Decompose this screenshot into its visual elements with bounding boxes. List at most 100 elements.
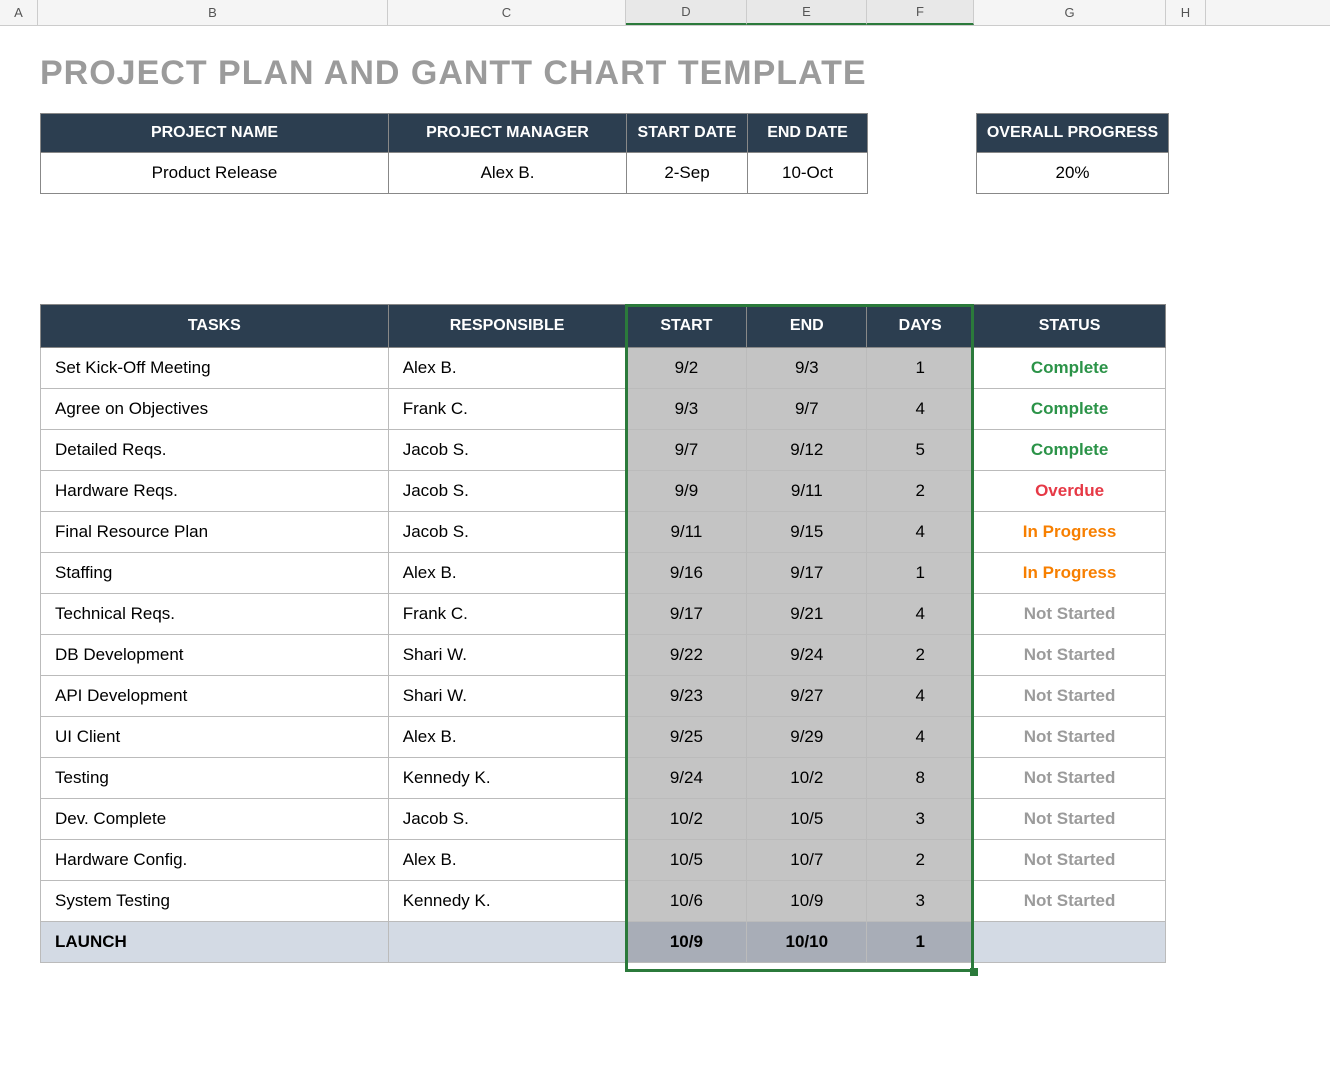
cell-days[interactable]: 4: [867, 594, 974, 635]
cell-responsible[interactable]: Frank C.: [388, 594, 626, 635]
cell-start[interactable]: 9/3: [626, 389, 747, 430]
cell-task[interactable]: Technical Reqs.: [41, 594, 389, 635]
cell-project-name[interactable]: Product Release: [41, 153, 389, 194]
cell-responsible[interactable]: [388, 922, 626, 963]
cell-task[interactable]: DB Development: [41, 635, 389, 676]
header-end-date[interactable]: END DATE: [748, 114, 868, 153]
cell-end-date[interactable]: 10-Oct: [748, 153, 868, 194]
cell-start[interactable]: 9/25: [626, 717, 747, 758]
cell-days[interactable]: 4: [867, 389, 974, 430]
cell-task[interactable]: Staffing: [41, 553, 389, 594]
cell-end[interactable]: 10/9: [747, 881, 867, 922]
cell-end[interactable]: 10/7: [747, 840, 867, 881]
cell-responsible[interactable]: Alex B.: [388, 840, 626, 881]
column-header-e[interactable]: E: [747, 0, 867, 25]
cell-task[interactable]: Final Resource Plan: [41, 512, 389, 553]
cell-responsible[interactable]: Jacob S.: [388, 471, 626, 512]
cell-status[interactable]: Not Started: [974, 717, 1166, 758]
column-header-f[interactable]: F: [867, 0, 974, 25]
column-header-d[interactable]: D: [626, 0, 747, 25]
cell-responsible[interactable]: Shari W.: [388, 676, 626, 717]
cell-responsible[interactable]: Kennedy K.: [388, 758, 626, 799]
header-days[interactable]: DAYS: [867, 305, 974, 348]
cell-status[interactable]: Not Started: [974, 676, 1166, 717]
cell-end[interactable]: 10/2: [747, 758, 867, 799]
cell-task[interactable]: Testing: [41, 758, 389, 799]
cell-task[interactable]: System Testing: [41, 881, 389, 922]
cell-status[interactable]: Not Started: [974, 635, 1166, 676]
cell-days[interactable]: 4: [867, 676, 974, 717]
cell-status[interactable]: Not Started: [974, 881, 1166, 922]
cell-start[interactable]: 9/2: [626, 348, 747, 389]
cell-status[interactable]: Complete: [974, 348, 1166, 389]
cell-start[interactable]: 10/6: [626, 881, 747, 922]
cell-status[interactable]: Not Started: [974, 840, 1166, 881]
cell-start[interactable]: 10/2: [626, 799, 747, 840]
cell-days[interactable]: 2: [867, 840, 974, 881]
cell-status[interactable]: Not Started: [974, 799, 1166, 840]
cell-start[interactable]: 9/22: [626, 635, 747, 676]
selection-handle[interactable]: [970, 968, 978, 976]
cell-status[interactable]: In Progress: [974, 512, 1166, 553]
cell-responsible[interactable]: Alex B.: [388, 553, 626, 594]
cell-task[interactable]: Detailed Reqs.: [41, 430, 389, 471]
header-end[interactable]: END: [747, 305, 867, 348]
cell-status[interactable]: In Progress: [974, 553, 1166, 594]
cell-responsible[interactable]: Alex B.: [388, 717, 626, 758]
cell-days[interactable]: 4: [867, 717, 974, 758]
cell-days[interactable]: 1: [867, 348, 974, 389]
cell-task[interactable]: Hardware Config.: [41, 840, 389, 881]
cell-days[interactable]: 3: [867, 881, 974, 922]
cell-responsible[interactable]: Kennedy K.: [388, 881, 626, 922]
header-overall-progress[interactable]: OVERALL PROGRESS: [977, 114, 1169, 153]
cell-status[interactable]: Not Started: [974, 594, 1166, 635]
cell-days[interactable]: 1: [867, 553, 974, 594]
cell-task[interactable]: Dev. Complete: [41, 799, 389, 840]
cell-end[interactable]: 9/17: [747, 553, 867, 594]
cell-days[interactable]: 1: [867, 922, 974, 963]
cell-task[interactable]: API Development: [41, 676, 389, 717]
header-project-manager[interactable]: PROJECT MANAGER: [389, 114, 627, 153]
cell-task[interactable]: Set Kick-Off Meeting: [41, 348, 389, 389]
cell-end[interactable]: 10/5: [747, 799, 867, 840]
cell-start[interactable]: 9/16: [626, 553, 747, 594]
cell-start[interactable]: 9/7: [626, 430, 747, 471]
cell-end[interactable]: 9/24: [747, 635, 867, 676]
cell-days[interactable]: 3: [867, 799, 974, 840]
cell-responsible[interactable]: Jacob S.: [388, 799, 626, 840]
cell-start[interactable]: 9/9: [626, 471, 747, 512]
cell-days[interactable]: 2: [867, 471, 974, 512]
cell-end[interactable]: 9/15: [747, 512, 867, 553]
cell-end[interactable]: 9/3: [747, 348, 867, 389]
header-start[interactable]: START: [626, 305, 747, 348]
cell-task[interactable]: UI Client: [41, 717, 389, 758]
cell-project-manager[interactable]: Alex B.: [389, 153, 627, 194]
cell-responsible[interactable]: Jacob S.: [388, 512, 626, 553]
cell-start[interactable]: 10/9: [626, 922, 747, 963]
cell-start[interactable]: 10/5: [626, 840, 747, 881]
cell-task[interactable]: LAUNCH: [41, 922, 389, 963]
column-header-b[interactable]: B: [38, 0, 388, 25]
column-header-c[interactable]: C: [388, 0, 626, 25]
cell-end[interactable]: 9/29: [747, 717, 867, 758]
cell-status[interactable]: Complete: [974, 430, 1166, 471]
cell-days[interactable]: 8: [867, 758, 974, 799]
cell-start[interactable]: 9/17: [626, 594, 747, 635]
cell-days[interactable]: 2: [867, 635, 974, 676]
cell-responsible[interactable]: Frank C.: [388, 389, 626, 430]
cell-start[interactable]: 9/23: [626, 676, 747, 717]
cell-task[interactable]: Agree on Objectives: [41, 389, 389, 430]
cell-overall-progress[interactable]: 20%: [977, 153, 1169, 194]
cell-status[interactable]: Complete: [974, 389, 1166, 430]
cell-end[interactable]: 10/10: [747, 922, 867, 963]
header-tasks[interactable]: TASKS: [41, 305, 389, 348]
cell-end[interactable]: 9/12: [747, 430, 867, 471]
cell-status[interactable]: Overdue: [974, 471, 1166, 512]
cell-end[interactable]: 9/27: [747, 676, 867, 717]
cell-responsible[interactable]: Shari W.: [388, 635, 626, 676]
header-status[interactable]: STATUS: [974, 305, 1166, 348]
column-header-g[interactable]: G: [974, 0, 1166, 25]
cell-responsible[interactable]: Jacob S.: [388, 430, 626, 471]
cell-start[interactable]: 9/11: [626, 512, 747, 553]
cell-end[interactable]: 9/11: [747, 471, 867, 512]
